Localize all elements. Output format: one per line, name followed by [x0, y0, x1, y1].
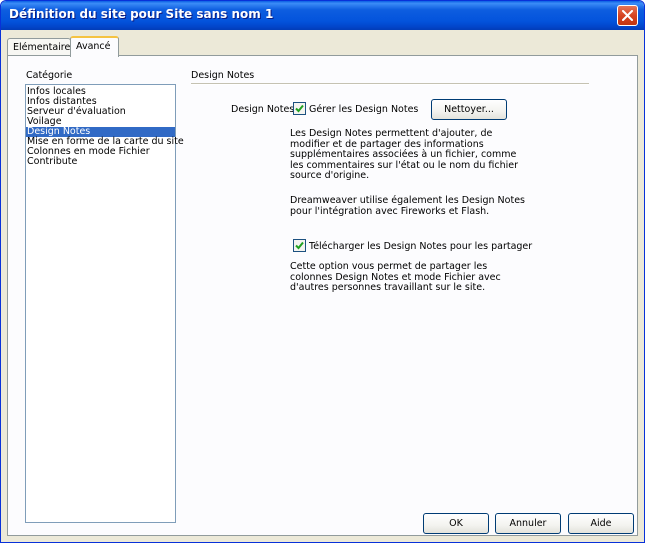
tab-avance[interactable]: Avancé	[70, 36, 119, 57]
close-button[interactable]	[617, 5, 638, 26]
dialog-window: Définition du site pour Site sans nom 1 …	[0, 0, 645, 543]
cancel-button[interactable]: Annuler	[495, 513, 561, 534]
tab-label: Elémentaire	[13, 42, 71, 53]
window-title: Définition du site pour Site sans nom 1	[9, 7, 274, 21]
design-notes-description: Les Design Notes permettent d'ajouter, d…	[290, 128, 518, 182]
title-bar[interactable]: Définition du site pour Site sans nom 1	[1, 1, 644, 30]
manage-design-notes-checkbox[interactable]	[293, 102, 306, 115]
tab-label: Avancé	[76, 41, 111, 52]
sharing-description: Cette option vous permet de partager les…	[290, 261, 501, 294]
design-notes-field-label: Design Notes :	[231, 104, 301, 115]
checkmark-icon	[295, 241, 304, 250]
section-divider	[191, 83, 589, 85]
upload-design-notes-checkbox[interactable]	[293, 239, 306, 252]
upload-design-notes-label[interactable]: Télécharger les Design Notes pour les pa…	[309, 241, 532, 252]
category-list[interactable]: Infos locales Infos distantes Serveur d'…	[25, 84, 184, 523]
help-button[interactable]: Aide	[568, 513, 634, 534]
tab-elementaire[interactable]: Elémentaire	[7, 38, 71, 56]
integration-description: Dreamweaver utilise également les Design…	[290, 195, 525, 217]
clean-button[interactable]: Nettoyer...	[431, 99, 507, 120]
checkmark-icon	[295, 104, 304, 113]
tab-panel: Catégorie Infos locales Infos distantes …	[7, 55, 638, 536]
section-title: Design Notes	[191, 70, 255, 81]
manage-design-notes-label[interactable]: Gérer les Design Notes	[309, 104, 418, 115]
category-label: Catégorie	[26, 70, 73, 81]
ok-button[interactable]: OK	[423, 513, 489, 534]
close-icon	[622, 10, 633, 21]
sidebar-item-contribute[interactable]: Contribute	[26, 157, 175, 167]
